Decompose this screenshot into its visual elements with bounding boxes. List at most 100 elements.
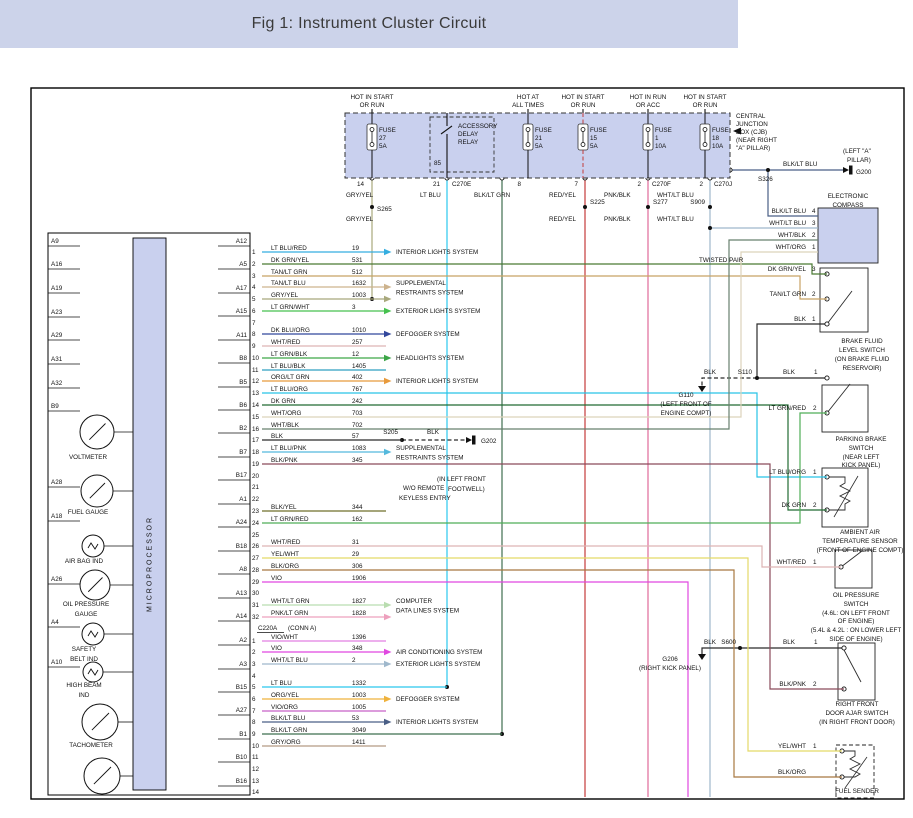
svg-text:24: 24: [252, 520, 260, 527]
svg-text:1632: 1632: [352, 280, 367, 287]
svg-text:18: 18: [252, 449, 260, 456]
svg-text:GRY/YEL: GRY/YEL: [346, 192, 374, 199]
svg-text:19: 19: [252, 461, 260, 468]
svg-text:28: 28: [252, 567, 260, 574]
svg-text:306: 306: [352, 563, 363, 570]
svg-text:402: 402: [352, 374, 363, 381]
svg-text:85: 85: [434, 160, 442, 167]
svg-text:1828: 1828: [352, 610, 367, 617]
svg-text:1405: 1405: [352, 363, 367, 370]
svg-text:JUNCTION: JUNCTION: [736, 121, 768, 128]
svg-text:20: 20: [252, 473, 260, 480]
svg-text:LT BLU/ORG: LT BLU/ORG: [271, 386, 308, 393]
svg-text:29: 29: [252, 579, 260, 586]
svg-text:S600: S600: [721, 639, 736, 646]
svg-text:SWITCH: SWITCH: [849, 445, 874, 452]
svg-text:ENGINE COMPT): ENGINE COMPT): [661, 410, 712, 417]
svg-text:BLK/LT GRN: BLK/LT GRN: [474, 192, 511, 199]
svg-text:5A: 5A: [379, 143, 388, 150]
svg-text:7: 7: [574, 181, 578, 188]
svg-text:DK GRN: DK GRN: [782, 502, 807, 509]
svg-text:WHT/ORG: WHT/ORG: [271, 410, 302, 417]
svg-text:1332: 1332: [352, 680, 367, 687]
svg-text:S205: S205: [383, 429, 398, 436]
svg-text:5: 5: [252, 684, 256, 691]
svg-text:VIO/ORG: VIO/ORG: [271, 704, 298, 711]
svg-text:ORG/LT GRN: ORG/LT GRN: [271, 374, 310, 381]
svg-text:DEFOGGER SYSTEM: DEFOGGER SYSTEM: [396, 696, 460, 703]
svg-text:26: 26: [252, 543, 260, 550]
svg-text:SIDE OF ENGINE): SIDE OF ENGINE): [829, 636, 882, 643]
svg-text:BRAKE FLUID: BRAKE FLUID: [841, 338, 883, 345]
svg-text:GRY/YEL: GRY/YEL: [271, 292, 299, 299]
svg-text:TAN/LT GRN: TAN/LT GRN: [770, 291, 807, 298]
svg-text:RESTRAINTS SYSTEM: RESTRAINTS SYSTEM: [396, 290, 464, 297]
svg-text:PARKING BRAKE: PARKING BRAKE: [836, 436, 887, 443]
svg-text:5A: 5A: [535, 143, 544, 150]
svg-text:3: 3: [812, 220, 816, 227]
svg-text:INTERIOR LIGHTS SYSTEM: INTERIOR LIGHTS SYSTEM: [396, 249, 478, 256]
svg-text:INTERIOR LIGHTS SYSTEM: INTERIOR LIGHTS SYSTEM: [396, 719, 478, 726]
svg-text:W/O REMOTE: W/O REMOTE: [403, 485, 444, 492]
svg-text:ELECTRONIC: ELECTRONIC: [828, 193, 869, 200]
svg-text:(CONN A): (CONN A): [288, 625, 316, 632]
svg-text:257: 257: [352, 339, 363, 346]
svg-text:1: 1: [814, 369, 818, 376]
svg-text:ORG/YEL: ORG/YEL: [271, 692, 299, 699]
svg-text:A3: A3: [239, 661, 247, 668]
svg-text:1396: 1396: [352, 634, 367, 641]
svg-text:A17: A17: [236, 285, 248, 292]
svg-text:B5: B5: [239, 379, 247, 386]
svg-text:A31: A31: [51, 356, 63, 363]
svg-text:(NEAR LEFT: (NEAR LEFT: [843, 454, 880, 461]
svg-text:IND: IND: [79, 692, 90, 699]
svg-text:BLK/YEL: BLK/YEL: [271, 504, 297, 511]
svg-text:G110: G110: [679, 392, 694, 399]
svg-text:BLK: BLK: [704, 639, 717, 646]
svg-text:WHT/BLK: WHT/BLK: [271, 422, 300, 429]
svg-text:BLK: BLK: [783, 369, 796, 376]
svg-text:C220A: C220A: [258, 625, 278, 632]
svg-text:8: 8: [517, 181, 521, 188]
svg-text:(FRONT OF ENGINE COMPT): (FRONT OF ENGINE COMPT): [817, 547, 904, 554]
svg-text:LT BLU/PNK: LT BLU/PNK: [271, 445, 307, 452]
svg-text:27: 27: [252, 555, 260, 562]
svg-text:FUEL GAUGE: FUEL GAUGE: [68, 509, 108, 516]
svg-text:1010: 1010: [352, 327, 367, 334]
svg-text:348: 348: [352, 645, 363, 652]
svg-text:BLK/LT BLU: BLK/LT BLU: [783, 161, 818, 168]
svg-text:3049: 3049: [352, 727, 367, 734]
svg-text:2: 2: [813, 405, 817, 412]
svg-text:18: 18: [712, 135, 720, 142]
svg-text:TACHOMETER: TACHOMETER: [69, 742, 113, 749]
svg-text:A29: A29: [51, 332, 63, 339]
svg-text:FUEL SENDER: FUEL SENDER: [835, 788, 879, 795]
svg-text:OIL PRESSURE: OIL PRESSURE: [833, 592, 879, 599]
svg-text:3: 3: [352, 304, 356, 311]
svg-text:23: 23: [252, 508, 260, 515]
svg-text:A8: A8: [239, 566, 247, 573]
svg-text:WHT/LT BLU: WHT/LT BLU: [657, 192, 694, 199]
svg-text:AMBIENT AIR: AMBIENT AIR: [840, 529, 880, 536]
svg-text:BLK/LT BLU: BLK/LT BLU: [271, 715, 306, 722]
svg-text:GRY/YEL: GRY/YEL: [346, 216, 374, 223]
svg-text:9: 9: [252, 731, 256, 738]
figure-page: Fig 1: Instrument Cluster Circuit HOT IN…: [0, 0, 913, 818]
svg-text:LT GRN/WHT: LT GRN/WHT: [271, 304, 310, 311]
svg-text:S225: S225: [590, 199, 605, 206]
svg-text:15: 15: [590, 135, 598, 142]
svg-text:1: 1: [813, 469, 817, 476]
svg-text:1: 1: [814, 639, 818, 646]
svg-text:21: 21: [433, 181, 441, 188]
svg-text:YEL/WHT: YEL/WHT: [778, 743, 806, 750]
instrument-cluster: MICROPROCESSORA9A16A19A23A29A31A32B9A28A…: [48, 233, 250, 795]
svg-text:12: 12: [352, 351, 360, 358]
svg-text:12: 12: [252, 766, 260, 773]
svg-text:RESERVOIR): RESERVOIR): [842, 365, 881, 372]
svg-text:DEFOGGER SYSTEM: DEFOGGER SYSTEM: [396, 331, 460, 338]
svg-text:1: 1: [655, 135, 659, 142]
svg-text:WHT/BLK: WHT/BLK: [778, 232, 807, 239]
svg-text:2: 2: [813, 502, 817, 509]
svg-text:4: 4: [252, 673, 256, 680]
svg-text:LT GRN/RED: LT GRN/RED: [271, 516, 309, 523]
